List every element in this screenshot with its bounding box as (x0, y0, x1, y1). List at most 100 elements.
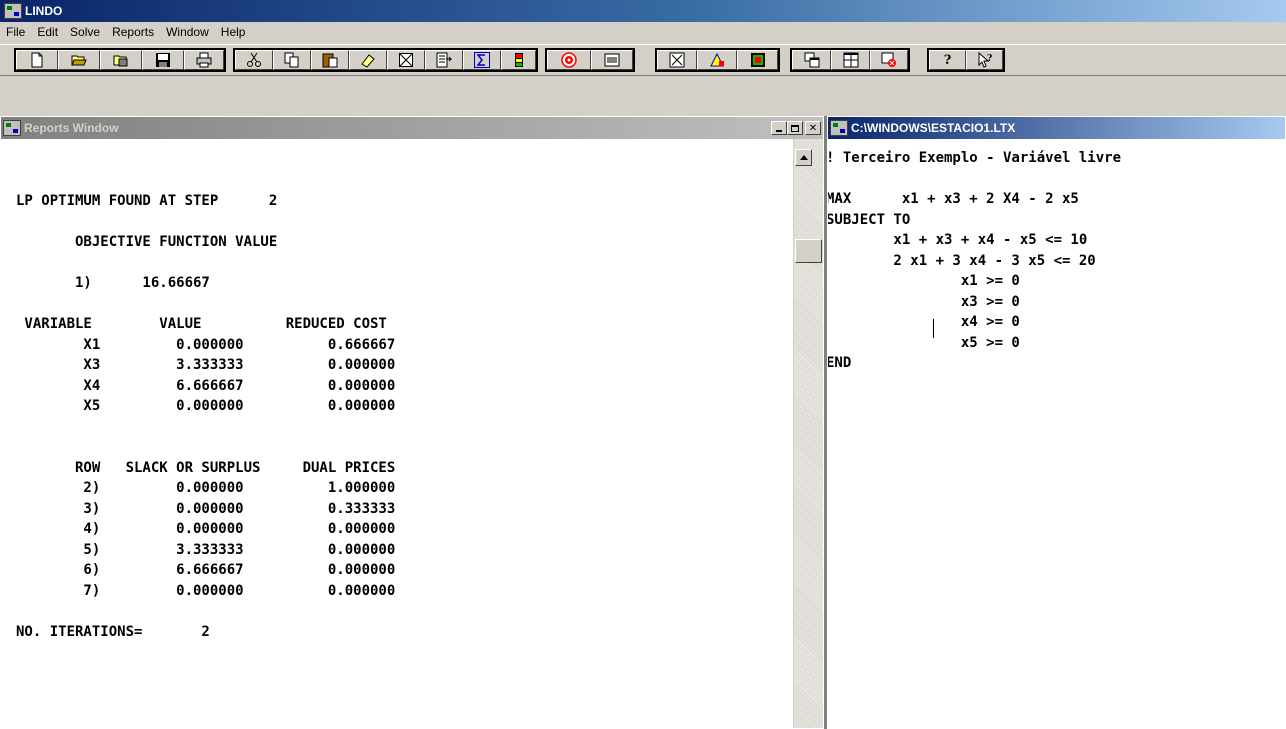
report-line: VARIABLE VALUE REDUCED COST (16, 316, 387, 332)
reports-window-body[interactable]: LP OPTIMUM FOUND AT STEP 2 OBJECTIVE FUN… (1, 139, 823, 728)
model-line: x4 >= 0 (828, 314, 1020, 330)
menu-solve[interactable]: Solve (64, 23, 106, 42)
cascade-button[interactable] (792, 50, 831, 70)
open-icon (71, 55, 87, 66)
model-editor[interactable]: ! Terceiro Exemplo - Variável livre MAX x… (828, 139, 1285, 728)
picture-button[interactable] (657, 50, 697, 70)
app-icon[interactable] (4, 3, 22, 19)
sum-button[interactable] (463, 50, 501, 70)
cascade-icon (804, 52, 819, 68)
report-line: 5) 3.333333 0.000000 (16, 541, 396, 558)
menu-file[interactable]: File (0, 23, 31, 42)
tableau-button[interactable] (697, 50, 737, 70)
copy-button[interactable] (273, 50, 311, 70)
close-all-button[interactable] (870, 50, 908, 70)
report-line: X5 0.000000 0.000000 (16, 398, 396, 414)
model-line: MAX x1 + x3 + 2 X4 - 2 x5 (828, 191, 1079, 207)
reports-vertical-scrollbar[interactable] (793, 139, 823, 728)
minimize-button[interactable] (771, 121, 787, 135)
model-line: x5 >= 0 (828, 334, 1020, 351)
toolbar: ? ? (0, 44, 1286, 76)
reports-window: Reports Window ✕ LP OPTIMUM FOUND AT STE… (0, 116, 824, 729)
report-line: X4 6.666667 0.000000 (16, 377, 396, 394)
paste-button[interactable] (311, 50, 349, 70)
report-line: X1 0.000000 0.666667 (16, 336, 396, 353)
picture-icon (669, 52, 685, 68)
compile-icon (514, 53, 523, 67)
report-line (16, 253, 395, 274)
app-titlebar[interactable]: LINDO (0, 0, 1286, 22)
svg-text:?: ? (987, 54, 992, 64)
maximize-icon (791, 124, 799, 132)
go-to-line-icon (436, 52, 452, 68)
menu-window[interactable]: Window (160, 23, 215, 42)
report-line (16, 417, 395, 438)
view-icon (113, 55, 128, 67)
app-title: LINDO (25, 4, 63, 18)
menu-help[interactable]: Help (215, 23, 252, 42)
model-line: 2 x1 + 3 x4 - 3 x5 <= 20 (828, 252, 1096, 269)
toolbar-group-help: ? ? (927, 48, 1005, 72)
reports-output: LP OPTIMUM FOUND AT STEP 2 OBJECTIVE FUN… (16, 191, 395, 642)
select-all-button[interactable] (387, 50, 425, 70)
go-to-line-button[interactable] (425, 50, 463, 70)
peruse-button[interactable] (737, 50, 778, 70)
report-line: X3 3.333333 0.000000 (16, 357, 396, 373)
toolbar-group-solve (545, 48, 635, 72)
text-caret (933, 319, 934, 338)
open-button[interactable] (58, 50, 100, 70)
scroll-up-arrow-icon[interactable] (795, 149, 812, 166)
report-line: NO. ITERATIONS= 2 (16, 623, 210, 640)
toolbar-group-file (14, 48, 226, 72)
report-line: 6) 6.666667 0.000000 (16, 562, 396, 578)
model-line: x3 >= 0 (828, 293, 1020, 310)
menu-edit[interactable]: Edit (31, 23, 64, 42)
context-help-button[interactable]: ? (966, 50, 1003, 70)
model-line: ! Terceiro Exemplo - Variável livre (828, 150, 1122, 166)
new-icon (31, 52, 43, 68)
compile-button[interactable] (501, 50, 536, 70)
report-line (16, 437, 395, 458)
select-all-icon (399, 53, 413, 67)
cut-button[interactable] (235, 50, 273, 70)
options-button[interactable] (591, 50, 633, 70)
model-line: x1 >= 0 (828, 273, 1020, 289)
reports-window-titlebar[interactable]: Reports Window ✕ (1, 117, 823, 139)
model-line: x1 + x3 + x4 - x5 <= 10 (828, 232, 1088, 248)
toolbar-group-window (790, 48, 910, 72)
report-line: 2) 0.000000 1.000000 (16, 480, 396, 496)
model-text: ! Terceiro Exemplo - Variável livre MAX x… (828, 148, 1121, 374)
model-window-icon[interactable] (830, 120, 848, 136)
minimize-icon (776, 129, 782, 132)
report-line: OBJECTIVE FUNCTION VALUE (16, 234, 278, 250)
save-icon (156, 53, 170, 67)
print-icon (196, 52, 212, 68)
close-button[interactable]: ✕ (805, 121, 821, 135)
report-line: ROW SLACK OR SURPLUS DUAL PRICES (16, 459, 396, 476)
model-window-titlebar[interactable]: C:\WINDOWS\ESTACIO1.LTX (828, 117, 1285, 139)
model-line (828, 169, 1121, 190)
peruse-icon (750, 53, 765, 67)
report-line: 3) 0.000000 0.333333 (16, 500, 396, 517)
report-line: LP OPTIMUM FOUND AT STEP 2 (16, 193, 278, 209)
close-all-icon (881, 52, 896, 67)
tableau-icon (710, 52, 724, 67)
maximize-button[interactable] (787, 121, 803, 135)
help-button[interactable]: ? (929, 50, 966, 70)
menu-bar: File Edit Solve Reports Window Help (0, 22, 1286, 43)
print-button[interactable] (184, 50, 224, 70)
solve-button[interactable] (547, 50, 591, 70)
new-button[interactable] (16, 50, 58, 70)
clear-button[interactable] (349, 50, 387, 70)
reports-window-title: Reports Window (24, 121, 119, 135)
model-line: END (828, 355, 852, 371)
save-button[interactable] (142, 50, 184, 70)
view-button[interactable] (100, 50, 142, 70)
tile-button[interactable] (831, 50, 870, 70)
report-line (16, 601, 395, 622)
scroll-thumb[interactable] (795, 239, 822, 263)
menu-reports[interactable]: Reports (106, 23, 160, 42)
toolbar-group-edit (233, 48, 538, 72)
report-line: 1) 16.66667 (16, 275, 210, 291)
reports-window-icon[interactable] (3, 120, 21, 136)
